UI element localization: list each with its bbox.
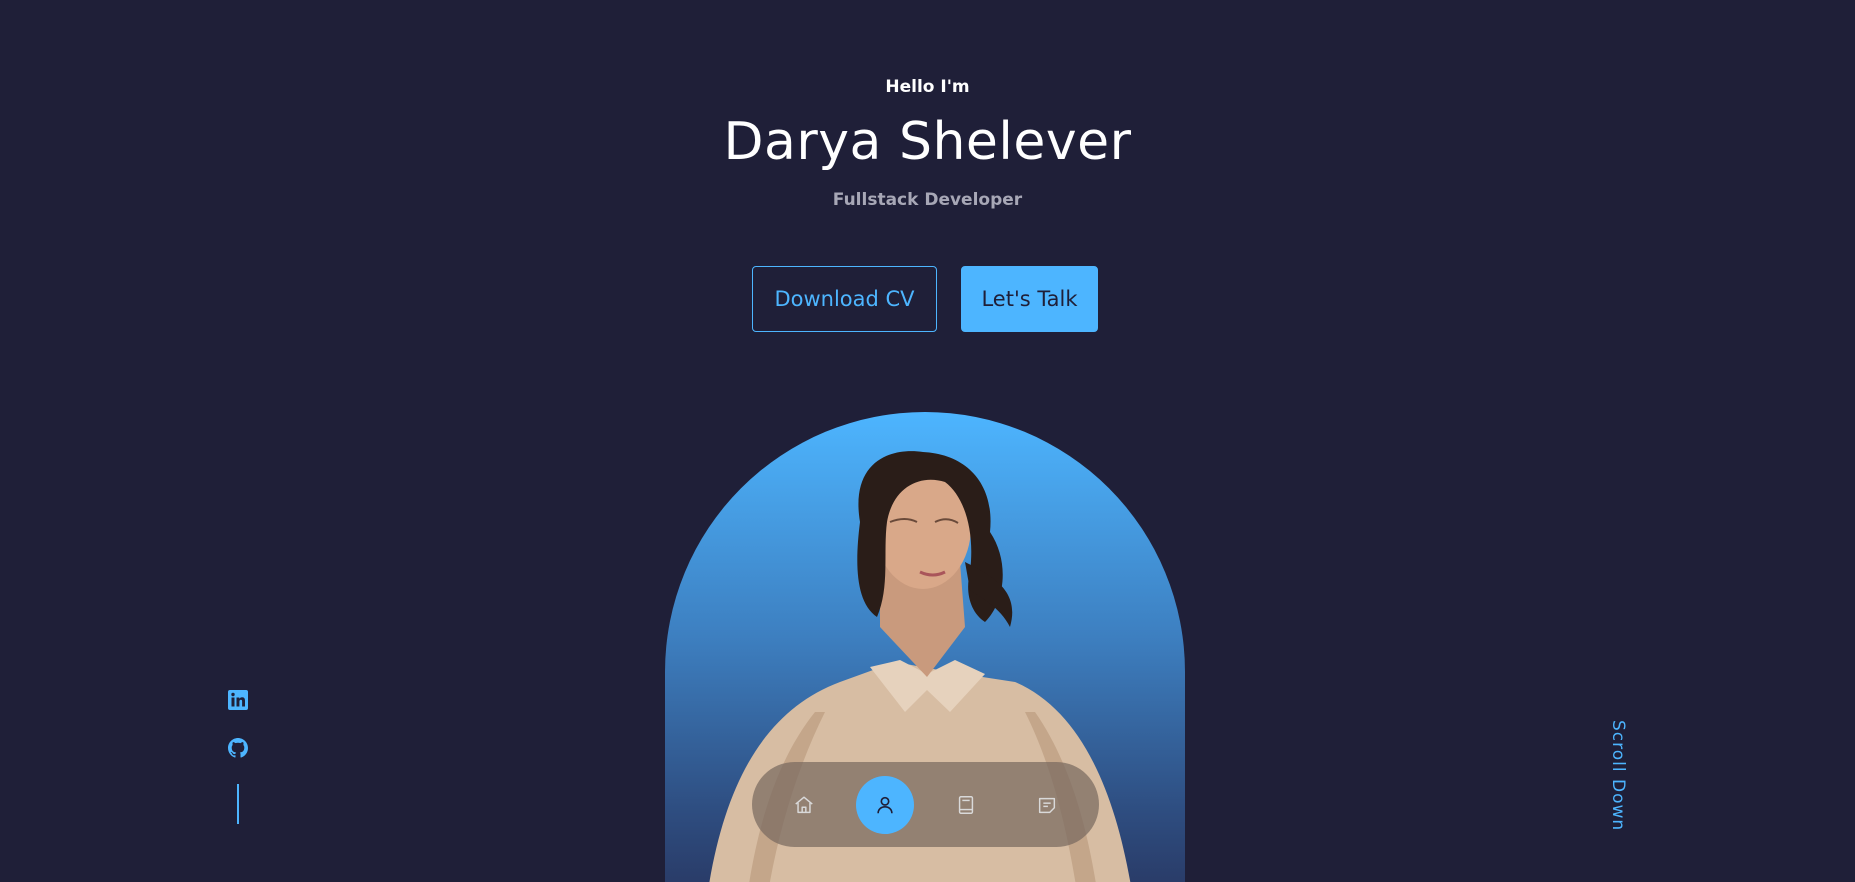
nav-experience[interactable] bbox=[937, 776, 995, 834]
social-links bbox=[225, 688, 251, 824]
portfolio-page: Hello I'm Darya Shelever Fullstack Devel… bbox=[0, 0, 1855, 882]
bottom-navbar bbox=[752, 762, 1099, 847]
github-icon[interactable] bbox=[226, 736, 250, 760]
message-icon bbox=[1038, 797, 1055, 813]
linkedin-icon[interactable] bbox=[226, 688, 250, 712]
scroll-down-link[interactable]: Scroll Down bbox=[1608, 720, 1628, 831]
home-icon bbox=[795, 795, 814, 813]
social-divider-line bbox=[237, 784, 239, 824]
hero-greeting: Hello I'm bbox=[885, 77, 970, 97]
hero-name: Darya Shelever bbox=[723, 112, 1132, 172]
nav-contact[interactable] bbox=[1018, 776, 1076, 834]
download-cv-button[interactable]: Download CV bbox=[752, 266, 937, 332]
user-icon bbox=[877, 796, 893, 813]
book-icon bbox=[958, 795, 974, 814]
lets-talk-button[interactable]: Let's Talk bbox=[961, 266, 1098, 332]
nav-about[interactable] bbox=[856, 775, 915, 834]
hero-role: Fullstack Developer bbox=[832, 190, 1023, 210]
nav-home[interactable] bbox=[775, 776, 833, 834]
